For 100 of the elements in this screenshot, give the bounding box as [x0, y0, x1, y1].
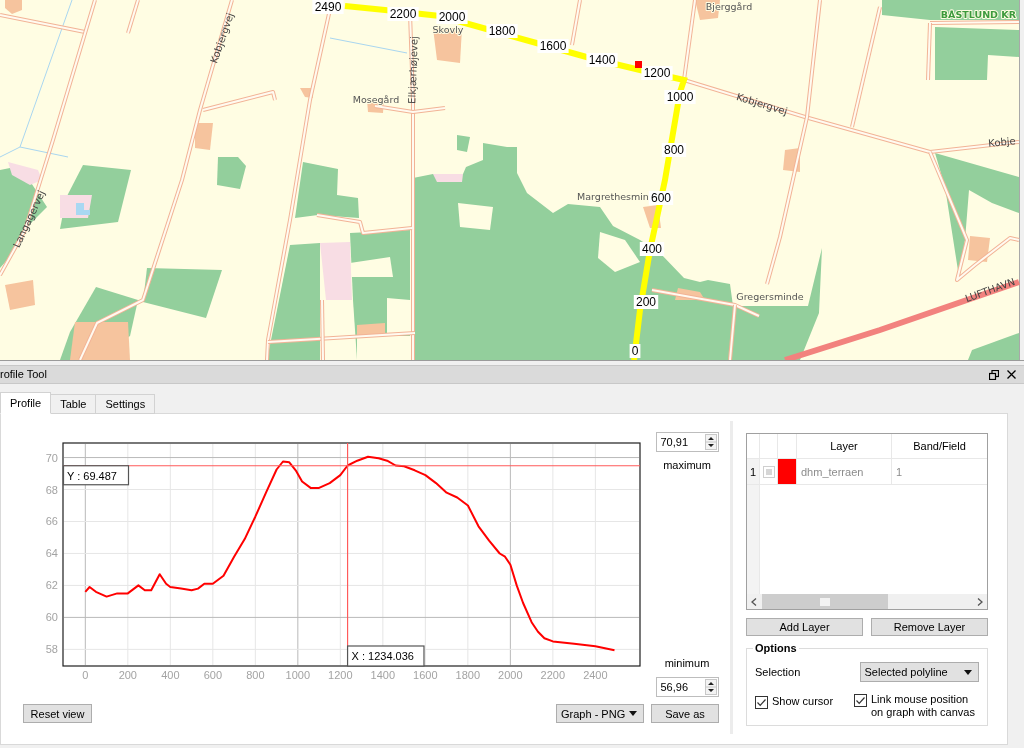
field-area: [8, 162, 42, 185]
column-header[interactable]: Layer: [830, 440, 858, 452]
axis-tick-label: 66: [45, 515, 58, 528]
options-title: Options: [754, 642, 798, 654]
table-cell: dhm_terraen: [801, 465, 864, 478]
spin-arrows-icon[interactable]: [704, 679, 717, 695]
cursor-marker-icon: [635, 61, 642, 68]
distance-label: 1600: [537, 39, 569, 53]
tab[interactable]: Settings: [95, 394, 156, 414]
layer-button[interactable]: Add Layer: [746, 618, 863, 636]
building: [783, 148, 800, 172]
tab[interactable]: Table: [50, 394, 97, 414]
axis-tick-label: 600: [203, 669, 222, 681]
forest-area: [295, 162, 359, 218]
forest-area: [217, 157, 246, 189]
clearing-area: [350, 257, 393, 277]
building: [300, 88, 313, 98]
distance-label: 200: [633, 295, 659, 309]
ref-line-label: Y : 69.487: [67, 469, 117, 482]
clearing-area: [357, 336, 410, 360]
maximum-label: maximum: [663, 459, 711, 471]
checkbox-icon[interactable]: [755, 696, 768, 709]
road-label: Kobje: [987, 135, 1017, 149]
clearing-area: [458, 203, 493, 230]
scroll-right-icon[interactable]: [977, 597, 983, 606]
axis-tick-label: 400: [161, 669, 180, 681]
scroll-thumb[interactable]: [762, 594, 888, 609]
tab[interactable]: Profile: [0, 392, 52, 414]
dock-title: rofile Tool: [0, 367, 47, 382]
distance-label: 1400: [586, 53, 618, 67]
building: [643, 205, 661, 228]
axis-tick-label: 1400: [370, 669, 396, 681]
option-checkbox[interactable]: Link mouse position on graph with canvas: [854, 693, 979, 719]
selection-dropdown[interactable]: Selected polyline: [859, 662, 979, 682]
building: [5, 0, 22, 14]
caret-icon: [629, 711, 637, 716]
building: [195, 123, 213, 150]
export-format-dropdown[interactable]: Graph - PNG: [556, 704, 644, 723]
axis-tick-label: 70: [45, 451, 58, 464]
axis-tick-label: 62: [45, 579, 58, 592]
axis-tick-label: 1600: [413, 669, 438, 681]
axis-tick-label: 200: [118, 669, 137, 681]
table-cell: 1: [896, 465, 903, 478]
place-label: Margrethesmin: [577, 190, 649, 202]
axis-tick-label: 58: [45, 643, 58, 656]
close-icon[interactable]: [1007, 370, 1016, 379]
axis-tick-label: 1200: [328, 669, 353, 681]
clearing-area: [387, 298, 410, 333]
spin-arrows-icon[interactable]: [704, 434, 717, 450]
road: [570, 0, 582, 46]
checkbox-icon[interactable]: [854, 694, 867, 707]
clearing-area: [598, 232, 640, 272]
axis-tick-label: 68: [45, 483, 58, 496]
minimum-spinbox[interactable]: 56,96: [655, 677, 719, 697]
place-label: Bjerggård: [705, 0, 753, 12]
road-label: Elkjærhøjevej: [406, 36, 420, 104]
reset-view-button[interactable]: Reset view: [23, 704, 92, 723]
distance-label: 2490: [312, 0, 344, 14]
selection-label: Selection: [755, 666, 802, 678]
distance-label: 600: [648, 191, 674, 205]
building: [5, 280, 35, 310]
save-as-button[interactable]: Save as: [651, 704, 719, 723]
distance-label: 0: [629, 344, 641, 358]
cursor-value-label: Y : 69.487: [62, 465, 130, 486]
distance-label: 400: [639, 242, 665, 256]
row-number: 1: [750, 465, 757, 478]
pond: [76, 203, 90, 215]
place-label: Mosegård: [352, 93, 400, 105]
axis-tick-label: 0: [82, 669, 89, 681]
caret-icon: [964, 669, 972, 675]
minimum-label: minimum: [664, 657, 710, 669]
place-label: Gregersminde: [736, 290, 804, 302]
place-label: Skovly: [432, 23, 464, 35]
axis-tick-label: 2400: [583, 669, 608, 681]
layer-button[interactable]: Remove Layer: [871, 618, 988, 636]
maximum-spinbox[interactable]: 70,91: [655, 432, 719, 452]
distance-label: 1800: [486, 24, 518, 38]
horizontal-scrollbar[interactable]: [747, 594, 987, 609]
scroll-left-icon[interactable]: [751, 597, 757, 606]
axis-tick-label: 2000: [498, 669, 523, 681]
building: [968, 236, 990, 262]
axis-tick-label: 60: [45, 611, 58, 624]
distance-label: 800: [661, 143, 687, 157]
ref-line-label: X : 1234.036: [351, 650, 414, 662]
distance-label: 1000: [664, 90, 696, 104]
option-checkbox[interactable]: Show cursor: [755, 695, 854, 709]
column-header[interactable]: Band/Field: [913, 440, 966, 452]
axis-tick-label: 2200: [540, 669, 566, 681]
distance-label: 2000: [436, 10, 468, 24]
building: [675, 288, 705, 300]
axis-tick-label: 1000: [285, 669, 311, 681]
restore-icon[interactable]: [989, 369, 999, 380]
place-label: BÅSTLUND KR: [940, 8, 1016, 20]
axis-tick-label: 64: [45, 547, 58, 560]
layer-color-swatch[interactable]: [778, 459, 796, 484]
axis-tick-label: 1800: [455, 669, 481, 681]
field-area: [433, 174, 463, 182]
axis-tick-label: 800: [246, 669, 265, 681]
cursor-value-label: X : 1234.036: [346, 645, 425, 667]
distance-label: 2200: [387, 7, 419, 21]
